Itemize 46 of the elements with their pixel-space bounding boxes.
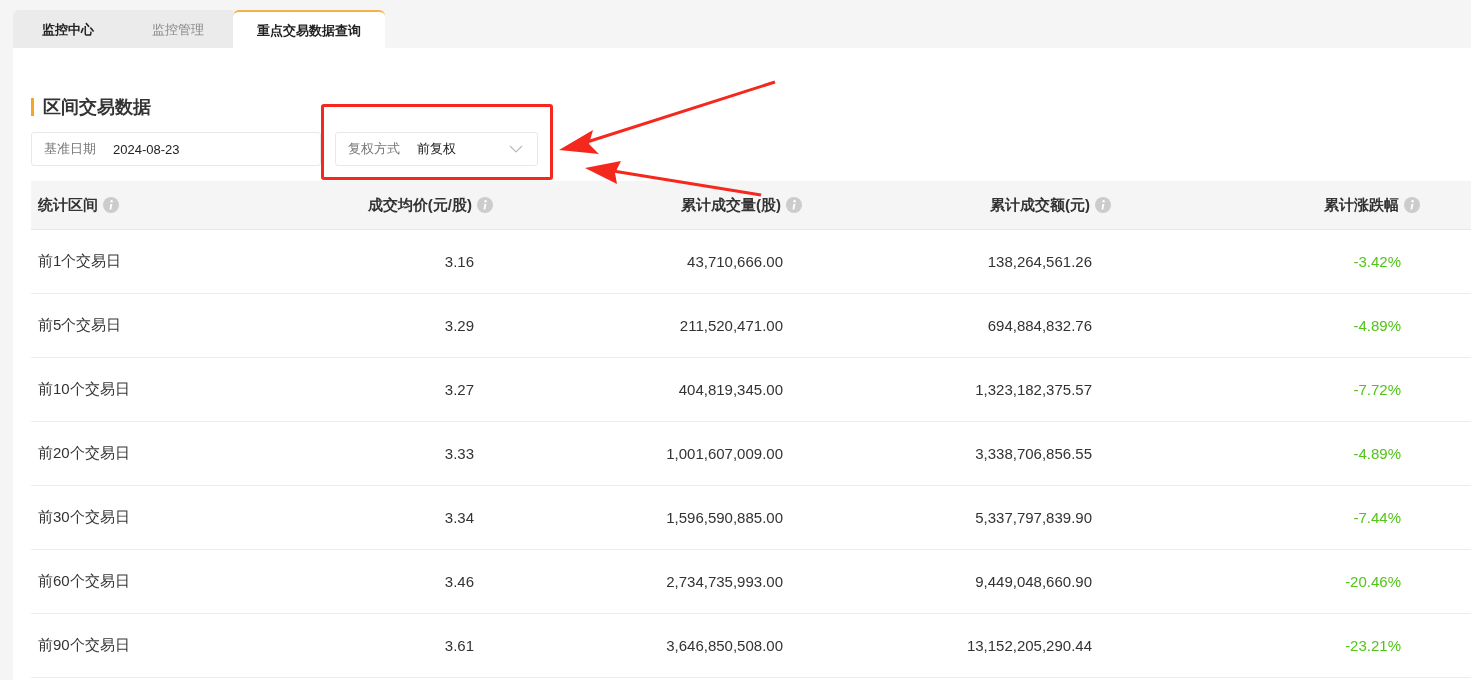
table-cell-text: 43,710,666.00 xyxy=(686,252,784,272)
table-cell-text: 3.16 xyxy=(443,252,475,272)
table-cell-text: 1,323,182,375.57 xyxy=(974,380,1093,400)
column-header: 累计涨跌幅 xyxy=(1111,181,1420,229)
table-cell-text: 1,001,607,009.00 xyxy=(665,444,784,464)
table-cell-text: -4.89% xyxy=(1352,444,1402,464)
table-cell-text: 3.33 xyxy=(443,444,475,464)
table-cell-text: 3.34 xyxy=(443,508,475,528)
chevron-down-icon xyxy=(509,145,523,153)
table-cell-text: -20.46% xyxy=(1344,572,1402,592)
table-cell-text: 5,337,797,839.90 xyxy=(974,508,1093,528)
table-cell-text: -3.42% xyxy=(1352,252,1402,272)
table-cell-text: 前60个交易日 xyxy=(37,571,131,591)
column-header: 累计成交额(元) xyxy=(802,181,1111,229)
table-cell-text: -7.44% xyxy=(1352,508,1402,528)
table-cell-text: 2,734,735,993.00 xyxy=(665,572,784,592)
tab[interactable]: 重点交易数据查询 xyxy=(233,10,385,48)
table-cell-text: 1,596,590,885.00 xyxy=(665,508,784,528)
table-cell-text: 前5个交易日 xyxy=(37,315,123,335)
table-cell-text: 3.61 xyxy=(443,636,475,656)
table-cell-text: 694,884,832.76 xyxy=(986,316,1093,336)
table-cell-text: 9,449,048,660.90 xyxy=(974,572,1093,592)
column-header: 统计区间 xyxy=(31,181,184,229)
table-cell-text: 3.27 xyxy=(443,380,475,400)
table-cell-text: 3.29 xyxy=(443,316,475,336)
table-cell-text: 13,152,205,290.44 xyxy=(965,636,1093,656)
table-cell-text: -23.21% xyxy=(1344,636,1402,656)
table-cell-text: 前20个交易日 xyxy=(37,443,131,463)
column-header: 成交均价(元/股) xyxy=(184,181,493,229)
table-cell-text: 138,264,561.26 xyxy=(986,252,1093,272)
date-field[interactable]: 基准日期 2024-08-23 xyxy=(31,132,321,166)
table-cell-text: 前90个交易日 xyxy=(37,635,131,655)
table-cell-text: 3.46 xyxy=(443,572,475,592)
select-field[interactable]: 复权方式 前复权 xyxy=(335,132,538,166)
section-title: 区间交易数据 xyxy=(31,98,1471,116)
table-cell-text: 前1个交易日 xyxy=(37,251,123,271)
table-cell-text: 前10个交易日 xyxy=(37,379,131,399)
table-cell-text: -7.72% xyxy=(1352,380,1402,400)
table-cell-text: 211,520,471.00 xyxy=(678,316,784,336)
tab[interactable]: 监控中心 xyxy=(13,10,123,48)
column-header: 累计成交量(股) xyxy=(493,181,802,229)
table-cell-text: 前30个交易日 xyxy=(37,507,131,527)
table-cell-text: 3,338,706,856.55 xyxy=(974,444,1093,464)
table-cell-text: -4.89% xyxy=(1352,316,1402,336)
table-cell-text: 3,646,850,508.00 xyxy=(665,636,784,656)
table-cell-text: 404,819,345.00 xyxy=(677,380,784,400)
